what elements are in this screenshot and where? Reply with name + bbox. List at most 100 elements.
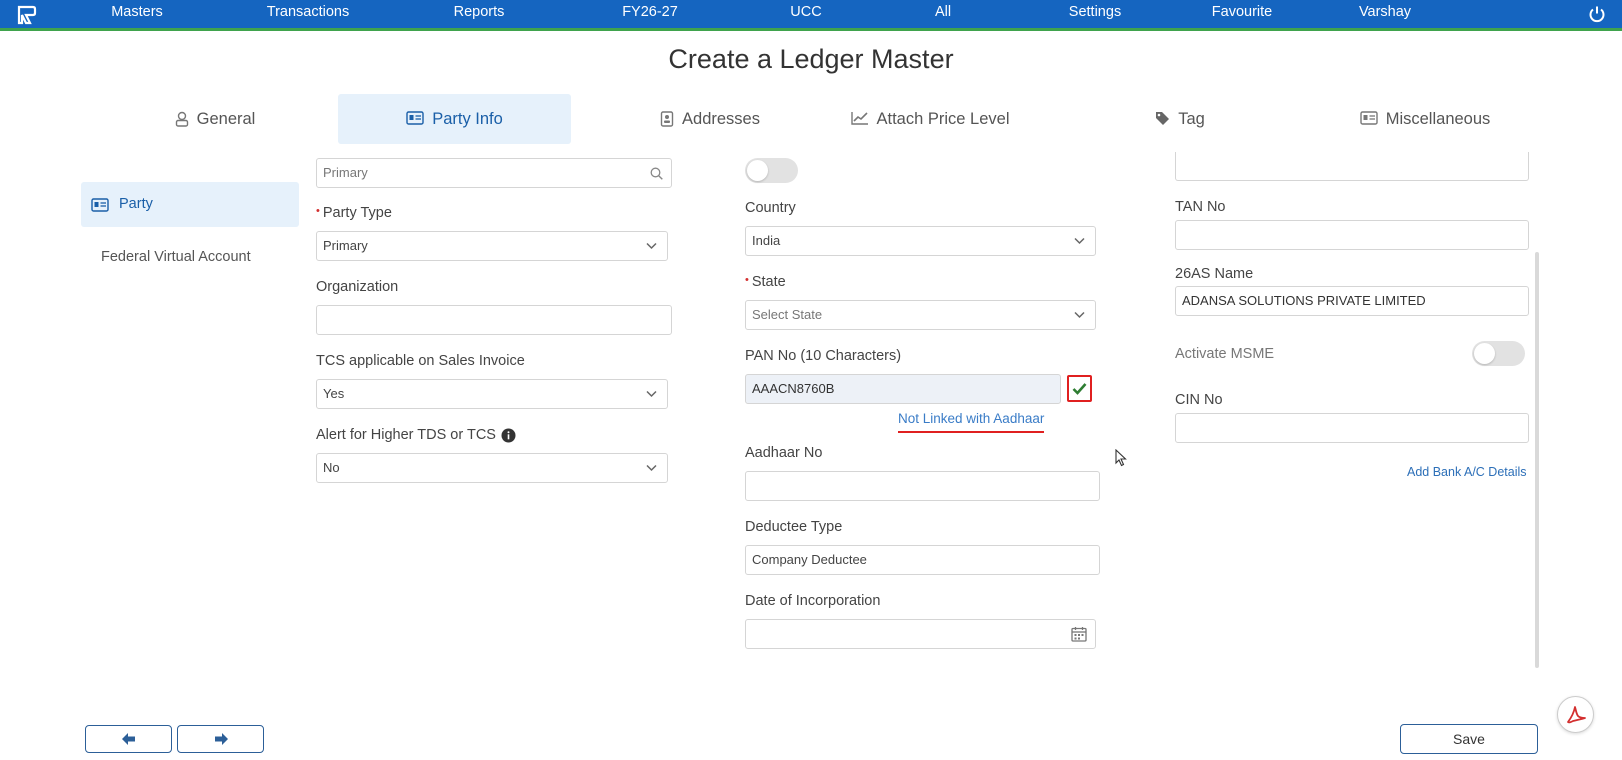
tab-label: Addresses	[682, 110, 760, 128]
toggle-knob	[1474, 343, 1495, 364]
date-of-incorporation-label: Date of Incorporation	[745, 593, 881, 609]
sidebar-item-label: Federal Virtual Account	[101, 249, 251, 265]
page-title: Create a Ledger Master	[668, 44, 954, 74]
nav-ucc[interactable]: UCC	[790, 0, 821, 28]
tab-attach-price-level[interactable]: Attach Price Level	[835, 94, 1025, 144]
save-button[interactable]: Save	[1400, 724, 1538, 754]
calendar-icon[interactable]	[1071, 626, 1087, 642]
required-asterisk: •	[745, 274, 749, 286]
party-type-label-text: Party Type	[322, 205, 392, 221]
activate-msme-toggle[interactable]	[1472, 341, 1525, 366]
sidebar-item-federal-virtual-account[interactable]: Federal Virtual Account	[81, 235, 299, 280]
date-of-incorporation-input[interactable]	[745, 619, 1096, 649]
required-asterisk: •	[316, 205, 320, 217]
country-value: India	[752, 233, 781, 248]
state-select[interactable]: Select State	[745, 300, 1096, 330]
search-icon[interactable]	[650, 167, 663, 180]
tag-icon	[1156, 112, 1170, 125]
aadhaar-label: Aadhaar No	[745, 445, 823, 461]
nav-masters[interactable]: Masters	[111, 0, 163, 28]
checkmark-icon	[1072, 383, 1087, 395]
add-bank-details-link[interactable]: Add Bank A/C Details	[1407, 465, 1527, 479]
nav-all[interactable]: All	[935, 0, 951, 28]
chevron-down-icon	[646, 242, 657, 250]
mouse-cursor-icon	[1115, 449, 1127, 467]
search-value: Primary	[323, 165, 368, 180]
next-button[interactable]	[177, 725, 264, 753]
cin-label: CIN No	[1175, 392, 1223, 408]
id-card-icon	[91, 197, 109, 212]
acrobat-icon	[1566, 705, 1586, 723]
tan-label: TAN No	[1175, 199, 1226, 215]
state-label-text: State	[751, 274, 786, 290]
aadhaar-input[interactable]	[745, 471, 1100, 501]
pdf-icon[interactable]	[1557, 696, 1594, 733]
column3-top-input[interactable]	[1175, 152, 1529, 181]
previous-button[interactable]	[85, 725, 172, 753]
state-label: • State	[745, 274, 786, 290]
tan-input[interactable]	[1175, 220, 1529, 250]
name-26as-label: 26AS Name	[1175, 266, 1254, 282]
state-placeholder: Select State	[752, 307, 823, 322]
alert-value: No	[323, 460, 340, 475]
info-icon[interactable]	[501, 428, 516, 443]
deductee-type-input[interactable]: Company Deductee	[745, 545, 1100, 575]
nav-favourite[interactable]: Favourite	[1212, 0, 1272, 28]
arrow-right-icon	[214, 733, 228, 745]
party-type-value: Primary	[323, 238, 368, 253]
chevron-down-icon	[646, 464, 657, 472]
nav-transactions[interactable]: Transactions	[267, 0, 349, 28]
tab-miscellaneous[interactable]: Miscellaneous	[1325, 94, 1525, 144]
organization-label: Organization	[316, 279, 399, 295]
column2-toggle[interactable]	[745, 158, 798, 183]
toggle-knob	[747, 160, 768, 181]
aadhaar-link-status[interactable]: Not Linked with Aadhaar	[898, 411, 1045, 433]
nav-reports[interactable]: Reports	[454, 0, 505, 28]
tab-tag[interactable]: Tag	[1120, 94, 1240, 144]
scrollbar[interactable]	[1535, 252, 1539, 668]
tab-label: Party Info	[432, 110, 503, 128]
alert-label-text: Alert for Higher TDS or TCS	[316, 427, 496, 443]
tcs-select[interactable]: Yes	[316, 379, 668, 409]
name-26as-input[interactable]: ADANSA SOLUTIONS PRIVATE LIMITED	[1175, 286, 1529, 316]
tab-addresses[interactable]: Addresses	[610, 94, 810, 144]
organization-input[interactable]	[316, 305, 672, 335]
line-chart-icon	[850, 112, 868, 125]
nav-settings[interactable]: Settings	[1069, 0, 1121, 28]
tab-label: Attach Price Level	[876, 110, 1010, 128]
pan-verify-button[interactable]	[1067, 375, 1092, 402]
power-icon[interactable]	[1588, 5, 1606, 23]
tab-general[interactable]: General	[120, 94, 310, 144]
chevron-down-icon	[1074, 311, 1085, 319]
tcs-label: TCS applicable on Sales Invoice	[316, 353, 525, 369]
id-card-icon	[1360, 111, 1378, 125]
country-select[interactable]: India	[745, 226, 1096, 256]
top-nav-bar: Masters Transactions Reports FY26-27 UCC…	[0, 0, 1622, 31]
deductee-type-label: Deductee Type	[745, 519, 843, 535]
pan-input[interactable]: AAACN8760B	[745, 374, 1061, 404]
sidebar-item-party[interactable]: Party	[81, 182, 299, 227]
pan-label: PAN No (10 Characters)	[745, 348, 902, 364]
tab-label: Miscellaneous	[1385, 110, 1491, 128]
address-book-icon	[660, 111, 674, 127]
tab-label: General	[196, 110, 256, 128]
nav-user-varshay[interactable]: Varshay	[1359, 0, 1411, 28]
tcs-value: Yes	[323, 386, 345, 401]
chevron-down-icon	[646, 390, 657, 398]
activate-msme-label: Activate MSME	[1175, 346, 1275, 362]
party-search-input[interactable]: Primary	[316, 158, 672, 188]
tab-party-info[interactable]: Party Info	[338, 94, 571, 144]
alert-label: Alert for Higher TDS or TCS	[316, 427, 516, 443]
user-icon	[175, 111, 188, 127]
alert-select[interactable]: No	[316, 453, 668, 483]
id-card-icon	[406, 111, 424, 125]
nav-financial-year[interactable]: FY26-27	[622, 0, 678, 28]
app-logo-icon[interactable]	[17, 5, 37, 25]
cin-input[interactable]	[1175, 413, 1529, 443]
tab-label: Tag	[1178, 110, 1205, 128]
sidebar-item-label: Party	[119, 196, 153, 212]
arrow-left-icon	[121, 733, 135, 745]
chevron-down-icon	[1074, 237, 1085, 245]
party-type-label: • Party Type	[316, 205, 392, 221]
party-type-select[interactable]: Primary	[316, 231, 668, 261]
